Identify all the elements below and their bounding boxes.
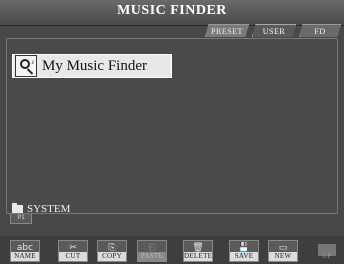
paste-button-label: PASTE — [138, 252, 166, 261]
copy-button[interactable]: ⎘ COPY — [97, 240, 127, 262]
delete-button[interactable]: 🗑 DELETE — [183, 240, 213, 262]
system-folder-label: SYSTEM — [27, 203, 71, 215]
new-button-label: NEW — [269, 252, 297, 261]
tab-user[interactable]: USER — [252, 24, 296, 37]
copy-button-label: COPY — [98, 252, 126, 261]
name-button[interactable]: abc NAME — [10, 240, 40, 262]
cut-button[interactable]: ✂ CUT — [58, 240, 88, 262]
folder-icon — [12, 203, 23, 213]
title-bar: MUSIC FINDER — [0, 0, 344, 26]
cut-button-label: CUT — [59, 252, 87, 261]
save-button-label: SAVE — [230, 252, 258, 261]
file-item-my-music-finder[interactable]: ♪ My Music Finder — [12, 54, 172, 78]
delete-button-label: DELETE — [184, 252, 213, 261]
file-name: My Music Finder — [42, 57, 147, 74]
page-tab-p1[interactable]: P1 — [10, 214, 32, 224]
tab-preset[interactable]: PRESET — [205, 24, 249, 37]
paste-button[interactable]: ⎗ PASTE — [137, 240, 167, 262]
tab-fd[interactable]: FD — [299, 24, 341, 37]
new-button[interactable]: ▭ NEW — [268, 240, 298, 262]
up-button-label: UP — [322, 252, 332, 260]
music-finder-screen: MUSIC FINDER PRESET USER FD ♪ My Music F… — [0, 0, 344, 264]
name-button-label: NAME — [11, 252, 39, 261]
music-finder-file-icon: ♪ — [15, 55, 37, 77]
window-title: MUSIC FINDER — [117, 3, 227, 18]
save-button[interactable]: 💾 SAVE — [229, 240, 259, 262]
up-button[interactable]: UP — [312, 238, 342, 262]
